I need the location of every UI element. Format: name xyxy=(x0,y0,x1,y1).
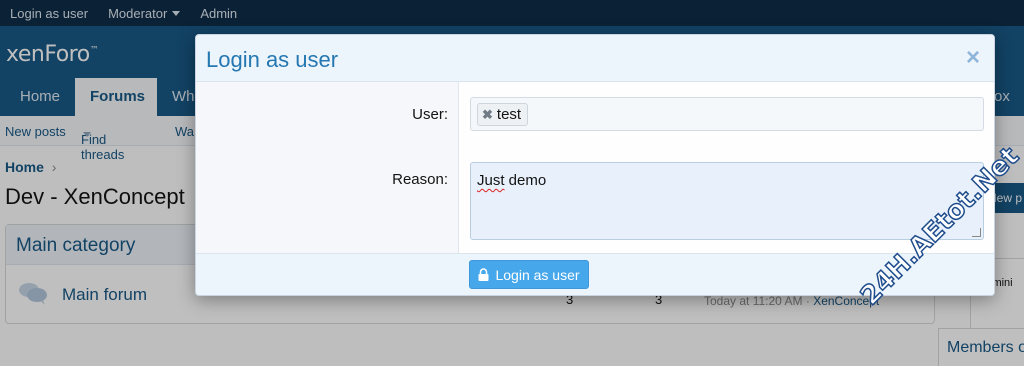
dialog-title: Login as user xyxy=(206,47,339,72)
dialog-body: User: Reason: ✖ test Just demo xyxy=(196,82,994,253)
user-token-input[interactable]: ✖ test xyxy=(470,97,984,131)
reason-label: Reason: xyxy=(392,171,448,188)
lock-icon xyxy=(478,268,489,281)
remove-token-icon[interactable]: ✖ xyxy=(482,107,493,123)
close-icon[interactable]: × xyxy=(962,46,984,70)
login-as-user-button-label: Login as user xyxy=(495,266,580,283)
reason-text-word1: Just xyxy=(477,172,505,189)
user-label: User: xyxy=(412,106,448,123)
user-token: ✖ test xyxy=(477,103,529,126)
user-token-label: test xyxy=(496,106,522,123)
reason-text-word2: demo xyxy=(504,172,547,189)
login-as-user-button[interactable]: Login as user xyxy=(469,260,589,289)
login-as-user-dialog: Login as user × User: Reason: ✖ test Jus… xyxy=(195,34,995,296)
label-column: User: Reason: xyxy=(196,82,459,253)
reason-textarea[interactable]: Just demo xyxy=(470,162,984,240)
dialog-header: Login as user × xyxy=(196,35,994,82)
